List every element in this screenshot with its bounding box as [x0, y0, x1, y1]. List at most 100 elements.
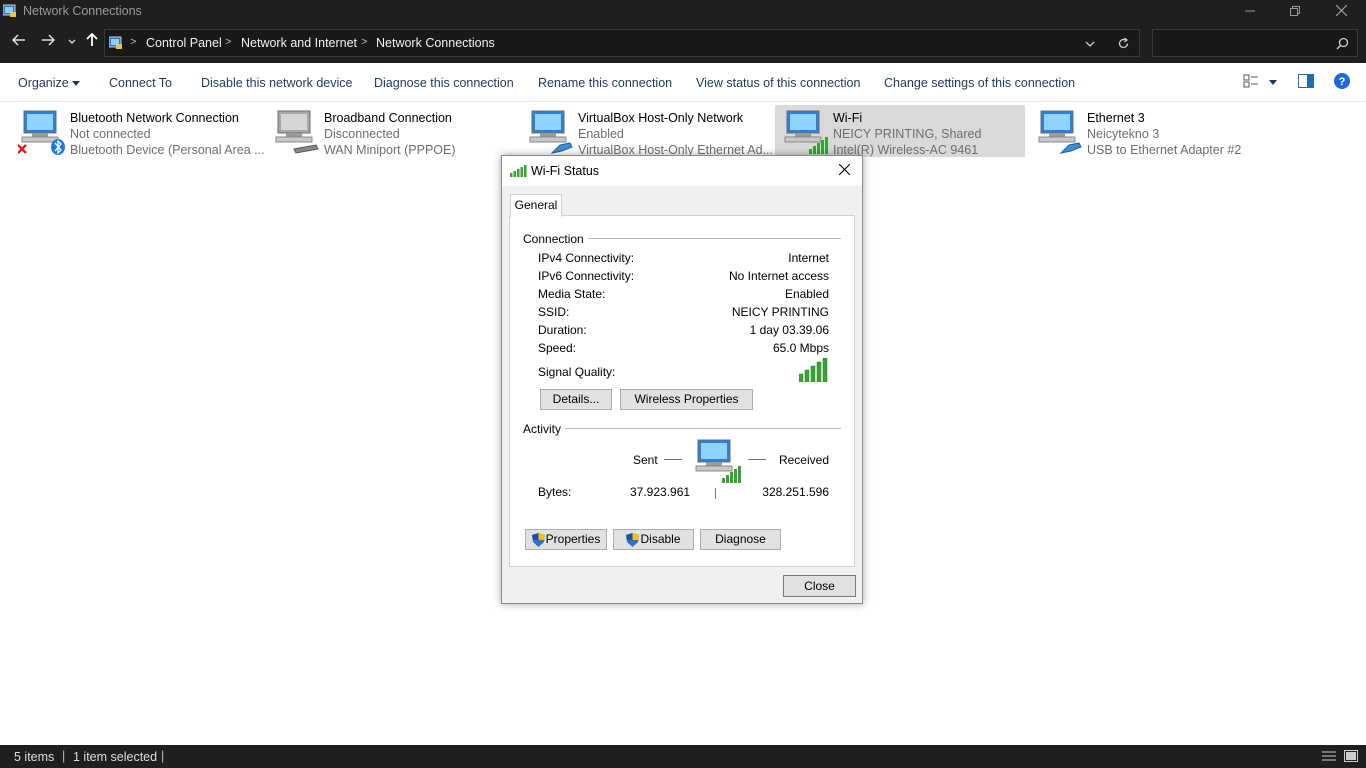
ssid-label: SSID:: [538, 305, 570, 319]
connection-status: Disconnected: [324, 127, 400, 141]
ssid-value: NEICY PRINTING: [731, 305, 829, 319]
connection-item-virtualbox[interactable]: VirtualBox Host-Only Network Enabled Vir…: [520, 105, 773, 157]
media-state-value: Enabled: [784, 287, 829, 301]
sent-line: [664, 459, 682, 460]
connection-status: Neicytekno 3: [1087, 127, 1160, 141]
speed-label: Speed:: [538, 341, 577, 355]
back-button[interactable]: [9, 33, 29, 52]
minimize-button[interactable]: [1227, 0, 1273, 23]
status-bar: 5 items | 1 item selected |: [0, 745, 1366, 768]
computer-activity-icon: [695, 439, 741, 483]
svg-text:?: ?: [1339, 76, 1346, 88]
change-settings-button[interactable]: Change settings of this connection: [884, 76, 1075, 90]
search-input[interactable]: [1152, 29, 1358, 57]
rename-connection-button[interactable]: Rename this connection: [538, 76, 672, 90]
disable-button[interactable]: Disable: [613, 529, 694, 550]
general-tab-panel: Connection IPv4 Connectivity: Internet I…: [509, 215, 855, 567]
bytes-divider: [715, 488, 716, 499]
restore-button[interactable]: [1272, 0, 1318, 23]
preview-pane-button[interactable]: [1298, 74, 1314, 91]
large-icons-view-icon[interactable]: [1344, 750, 1358, 762]
chevron-down-icon: [1269, 80, 1277, 85]
breadcrumb-separator: >: [225, 36, 232, 48]
forward-button[interactable]: [38, 33, 58, 52]
details-button[interactable]: Details...: [540, 389, 612, 410]
duration-label: Duration:: [538, 323, 587, 337]
close-icon: [838, 163, 850, 176]
diagnose-button[interactable]: Diagnose: [700, 529, 781, 550]
connection-item-bluetooth[interactable]: Bluetooth Network Connection Not connect…: [12, 105, 265, 157]
ipv6-label: IPv6 Connectivity:: [538, 269, 635, 283]
connection-status: NEICY PRINTING, Shared: [833, 127, 982, 141]
connection-item-wifi[interactable]: Wi-Fi NEICY PRINTING, Shared Intel(R) Wi…: [775, 105, 1025, 157]
preview-pane-icon: [1298, 74, 1314, 88]
chevron-down-icon: [68, 39, 76, 44]
close-icon: [1335, 4, 1347, 17]
dialog-close-button[interactable]: [832, 160, 856, 182]
control-panel-icon: [109, 36, 122, 49]
diagnose-connection-button[interactable]: Diagnose this connection: [374, 76, 514, 90]
connect-to-button[interactable]: Connect To: [109, 76, 172, 90]
refresh-icon[interactable]: [1117, 37, 1130, 50]
bluetooth-network-icon: [18, 110, 65, 155]
view-dropdown-button[interactable]: [1269, 75, 1277, 89]
received-line: [748, 459, 766, 460]
restore-icon: [1290, 6, 1300, 16]
address-box[interactable]: > Control Panel > Network and Internet >…: [104, 29, 1140, 57]
close-button[interactable]: Close: [783, 575, 856, 597]
breadcrumb-network-connections[interactable]: Network Connections: [376, 36, 495, 50]
uac-shield-icon: [626, 532, 640, 547]
change-view-button[interactable]: [1243, 74, 1259, 91]
up-button[interactable]: [82, 32, 102, 52]
address-dropdown-icon[interactable]: [1085, 39, 1095, 49]
ipv4-label: IPv4 Connectivity:: [538, 251, 635, 265]
ipv6-value: No Internet access: [728, 269, 829, 283]
close-window-button[interactable]: [1318, 0, 1364, 23]
connection-name: Broadband Connection: [324, 111, 452, 125]
address-bar-row: > Control Panel > Network and Internet >…: [0, 23, 1366, 63]
speed-value: 65.0 Mbps: [772, 341, 829, 355]
connection-name: Ethernet 3: [1087, 111, 1145, 125]
connection-item-broadband[interactable]: Broadband Connection Disconnected WAN Mi…: [266, 105, 516, 157]
duration-value: 1 day 03.39.06: [749, 323, 829, 337]
window-title: Network Connections: [23, 4, 142, 18]
connection-device: WAN Miniport (PPPOE): [324, 143, 456, 157]
properties-button[interactable]: Properties: [525, 529, 607, 550]
help-button[interactable]: ?: [1334, 73, 1350, 92]
ethernet-network-icon: [1038, 110, 1082, 154]
signal-bars-icon: [510, 165, 527, 177]
received-label: Received: [778, 453, 829, 467]
connection-item-ethernet-3[interactable]: Ethernet 3 Neicytekno 3 USB to Ethernet …: [1029, 105, 1279, 157]
connection-device: USB to Ethernet Adapter #2: [1087, 143, 1242, 157]
organize-menu[interactable]: Organize: [18, 76, 81, 90]
bytes-label: Bytes:: [538, 485, 572, 499]
connection-group-label: Connection: [523, 232, 588, 246]
dialog-title-bar: Wi-Fi Status: [502, 156, 862, 186]
status-separator: |: [62, 749, 66, 763]
organize-label: Organize: [18, 76, 69, 90]
connection-status: Not connected: [70, 127, 151, 141]
disable-device-button[interactable]: Disable this network device: [201, 76, 352, 90]
command-bar: Organize Connect To Disable this network…: [0, 63, 1366, 102]
recent-locations-button[interactable]: [62, 33, 82, 51]
media-state-label: Media State:: [538, 287, 606, 301]
uac-shield-icon: [531, 532, 545, 547]
connection-status: Enabled: [578, 127, 624, 141]
breadcrumb-control-panel[interactable]: Control Panel: [146, 36, 222, 50]
dialog-title: Wi-Fi Status: [531, 164, 600, 178]
details-view-icon[interactable]: [1322, 750, 1336, 762]
wireless-properties-button[interactable]: Wireless Properties: [620, 389, 753, 410]
breadcrumb-separator: >: [361, 36, 368, 48]
disable-label: Disable: [640, 532, 681, 546]
breadcrumb-network-and-internet[interactable]: Network and Internet: [241, 36, 357, 50]
tab-general[interactable]: General: [510, 194, 562, 217]
connection-name: Bluetooth Network Connection: [70, 111, 239, 125]
bytes-received-value: 328.251.596: [762, 485, 829, 499]
item-count: 5 items: [14, 750, 55, 764]
back-arrow-icon: [11, 34, 25, 46]
network-connections-app-icon: [3, 4, 16, 17]
connection-device: Bluetooth Device (Personal Area ...: [70, 143, 265, 157]
view-status-button[interactable]: View status of this connection: [696, 76, 860, 90]
properties-label: Properties: [545, 532, 601, 546]
sent-label: Sent: [633, 453, 658, 467]
